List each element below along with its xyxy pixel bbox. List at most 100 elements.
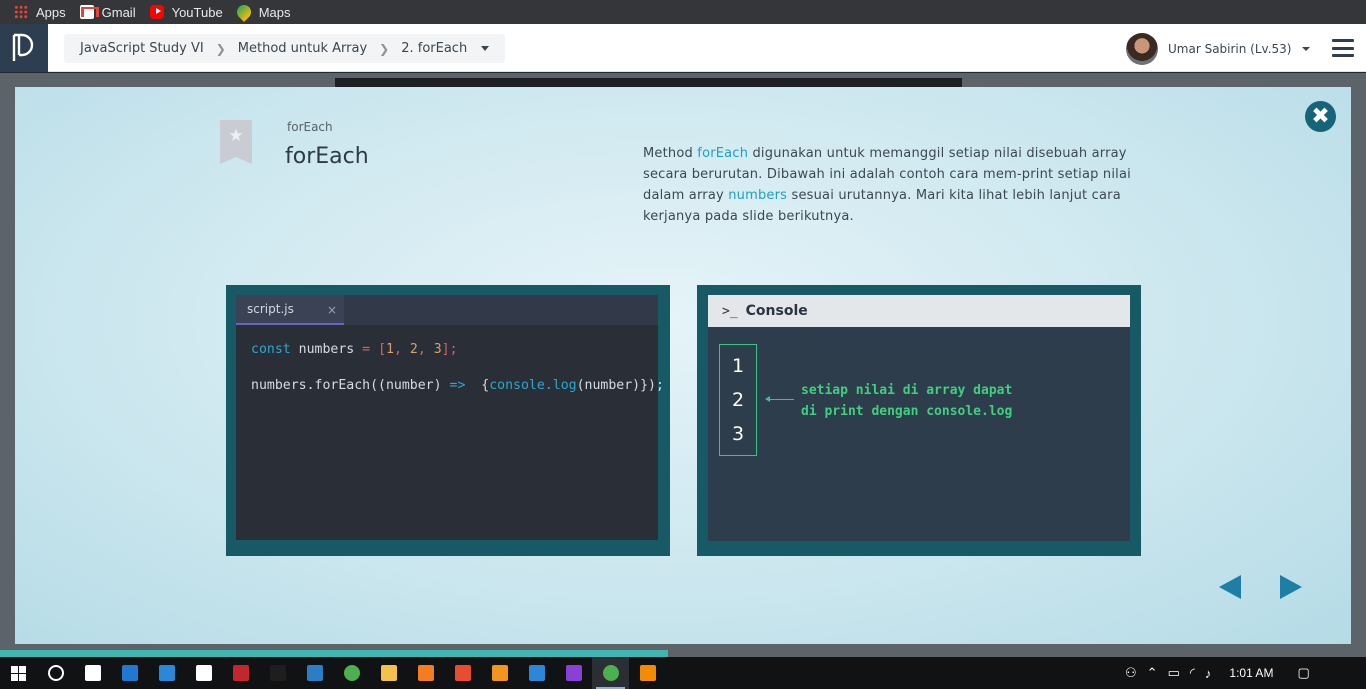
code-token: numbers [290,342,363,357]
windows-taskbar: ⚇ ⌃ ▭ ◜ ♪ 1:01 AM ▢ [0,657,1366,689]
annotation-line: setiap nilai di array dapat [801,383,1013,398]
code-editor: script.js × const numbers = [1, 2, 3]; nu… [236,295,664,540]
taskbar-app[interactable] [370,657,407,689]
breadcrumb-lesson[interactable]: 2. forEach [401,41,467,56]
xampp-icon [417,665,434,681]
console-panel: >_ Console 1 2 3 setiap nilai di array d… [697,285,1141,556]
code-token: log [552,378,577,393]
code-token: const [251,342,291,357]
close-icon[interactable]: ✖ [1305,101,1336,132]
code-token: . [544,378,553,393]
console-annotation: setiap nilai di array dapat di print den… [801,380,1012,422]
taskbar-app[interactable] [111,657,148,689]
cortana-button[interactable] [37,657,74,689]
code-line: const numbers = [1, 2, 3]; [251,341,664,359]
code-token: numbers.forEach((number) [251,378,450,393]
taskbar-app[interactable] [481,657,518,689]
sublime-icon [491,665,508,681]
taskbar-app[interactable] [74,657,111,689]
chevron-down-icon[interactable] [1301,47,1310,51]
next-slide-icon[interactable] [1280,575,1302,599]
edge-icon [121,665,138,681]
avatar[interactable] [1126,33,1158,65]
clock[interactable]: 1:01 AM [1229,666,1273,680]
windows-logo-icon [11,665,26,681]
vlc-icon [639,665,656,681]
progress-strip [0,650,668,657]
youtube-icon [149,5,164,19]
bookmark-gmail[interactable]: Gmail [79,0,144,24]
slide-description: Method forEach digunakan untuk memanggil… [643,143,1143,227]
terminal-prompt-icon: >_ [722,303,738,319]
chevron-right-icon: ❯ [215,41,226,56]
desc-text: Method [643,146,698,161]
taskbar-app[interactable] [407,657,444,689]
taskbar-app[interactable] [259,657,296,689]
user-menu[interactable]: Umar Sabirin (Lv.53) [1126,33,1310,65]
slide-subtitle: forEach [287,120,333,134]
code-panel: script.js × const numbers = [1, 2, 3]; nu… [226,285,670,556]
code-token: console [489,378,545,393]
bookmark-maps[interactable]: Maps [233,0,299,24]
bookmark-label: Maps [258,4,291,20]
start-button[interactable] [0,657,37,689]
notification-icon[interactable]: ▢ [1297,665,1309,681]
taskbar-app[interactable] [185,657,222,689]
console-output-line: 2 [731,389,745,411]
dicoding-logo[interactable] [0,24,48,72]
bookmark-apps[interactable]: Apps [14,0,74,24]
people-icon[interactable]: ⚇ [1125,665,1137,681]
bookmark-label: Gmail [101,4,136,20]
tab-filename: script.js [247,302,294,316]
code-token: 2 [409,342,418,357]
vscode-icon [306,665,323,681]
site-header: JavaScript Study VI ❯ Method untuk Array… [0,24,1366,72]
code-token: 3 [433,342,442,357]
chevron-up-icon[interactable]: ⌃ [1147,665,1158,681]
console-window: >_ Console 1 2 3 setiap nilai di array d… [708,295,1130,541]
bookmark-youtube[interactable]: YouTube [149,0,231,24]
mail-icon [158,665,175,681]
console-output-box: 1 2 3 [719,344,757,456]
taskbar-app[interactable] [444,657,481,689]
taskbar-app[interactable] [629,657,666,689]
wifi-icon[interactable]: ◜ [1190,665,1195,681]
file-explorer-taskview-icon [84,665,101,681]
desc-highlight: forEach [697,146,749,161]
lesson-slide-modal: ✖ ★ forEach forEach Method forEach digun… [15,87,1351,644]
taskbar-app[interactable] [148,657,185,689]
code-token: = [362,342,371,357]
apps-grid-icon [14,5,28,19]
taskbar-app[interactable] [296,657,333,689]
code-token: [ [370,342,387,357]
tab-close-icon[interactable]: × [327,303,337,317]
code-token: 1 [386,342,394,357]
bookmark-ribbon-icon[interactable]: ★ [220,120,252,164]
taskbar-app[interactable] [555,657,592,689]
console-output-line: 3 [731,423,745,445]
chrome-icon [343,665,360,681]
code-content: const numbers = [1, 2, 3]; numbers.forEac… [251,341,664,395]
previous-slide-icon[interactable] [1219,575,1241,599]
taskbar-apps [74,657,666,689]
taskbar-app[interactable] [592,657,629,689]
code-token: (number)}); [576,378,664,393]
breadcrumb-course[interactable]: JavaScript Study VI [80,41,204,56]
bookmark-label: YouTube [171,4,223,20]
volume-icon[interactable]: ♪ [1205,666,1212,681]
filezilla-icon [232,665,249,681]
code-token: { [465,378,490,393]
code-line: numbers.forEach((number) => {console.log… [251,377,664,395]
taskbar-app[interactable] [333,657,370,689]
maps-app-icon [528,665,545,681]
taskbar-app[interactable] [222,657,259,689]
code-token: , [417,342,434,357]
hamburger-menu-icon[interactable] [1332,39,1354,57]
user-name[interactable]: Umar Sabirin (Lv.53) [1168,42,1292,56]
battery-icon[interactable]: ▭ [1168,665,1180,681]
breadcrumb-module[interactable]: Method untuk Array [238,41,367,56]
editor-tab[interactable]: script.js × [236,295,344,325]
chevron-down-icon[interactable] [481,46,490,51]
taskbar-app[interactable] [518,657,555,689]
gmail-icon [79,5,99,19]
